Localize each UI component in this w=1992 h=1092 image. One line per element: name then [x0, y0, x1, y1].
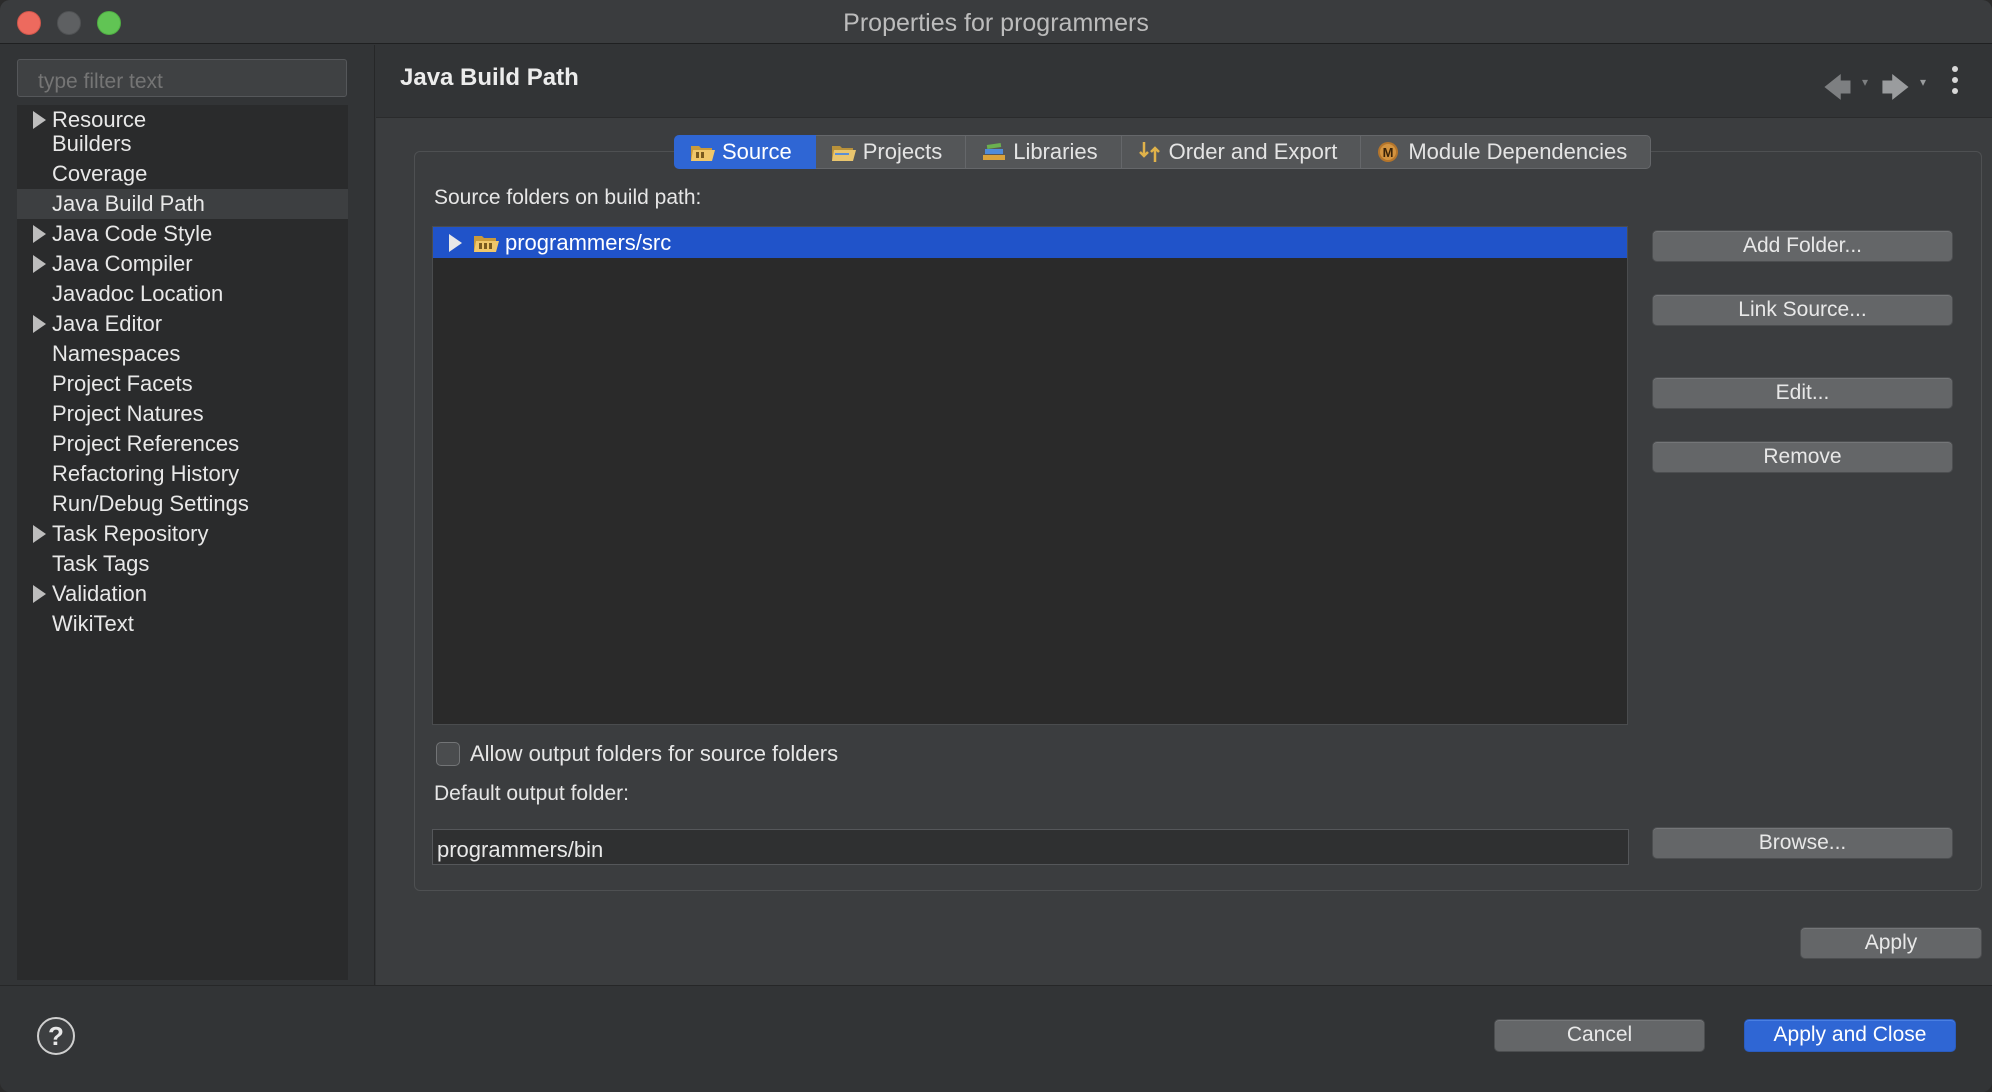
tree-item-wikitext[interactable]: WikiText [17, 609, 348, 639]
order-export-icon [1137, 141, 1163, 163]
tree-item-java-editor[interactable]: Java Editor [17, 309, 348, 339]
tree-item-label: Java Code Style [52, 221, 213, 246]
tree-item-label: Namespaces [52, 341, 181, 366]
expand-arrow-icon[interactable] [33, 255, 46, 273]
tab-projects[interactable]: Projects [815, 135, 967, 169]
source-folder-path: programmers/src [505, 230, 672, 255]
cancel-button[interactable]: Cancel [1494, 1019, 1705, 1052]
tree-item-java-build-path[interactable]: Java Build Path [17, 189, 348, 219]
tree-item-namespaces[interactable]: Namespaces [17, 339, 348, 369]
allow-output-folders-label[interactable]: Allow output folders for source folders [470, 741, 838, 767]
tree-item-label: Coverage [52, 161, 148, 186]
tab-module-dependencies[interactable]: M Module Dependencies [1361, 135, 1652, 169]
tree-item-label: Java Compiler [52, 251, 193, 276]
tree-item-label: Task Tags [52, 551, 150, 576]
tree-item-label: Java Build Path [52, 191, 205, 216]
tree-item-project-natures[interactable]: Project Natures [17, 399, 348, 429]
tree-item-project-facets[interactable]: Project Facets [17, 369, 348, 399]
tree-item-label: Builders [52, 131, 132, 156]
tab-source[interactable]: Source [674, 135, 816, 169]
tab-label: Projects [862, 139, 943, 164]
apply-and-close-button[interactable]: Apply and Close [1744, 1019, 1956, 1052]
tree-item-label: Refactoring History [52, 461, 240, 486]
tree-item-label: Java Editor [52, 311, 163, 336]
tab-libraries[interactable]: Libraries [966, 135, 1122, 169]
tree-item-task-repository[interactable]: Task Repository [17, 519, 348, 549]
tree-item-task-tags[interactable]: Task Tags [17, 549, 348, 579]
tree-item-java-code-style[interactable]: Java Code Style [17, 219, 348, 249]
tab-label: Module Dependencies [1408, 139, 1628, 164]
tree-item-run-debug-settings[interactable]: Run/Debug Settings [17, 489, 348, 519]
edit-button[interactable]: Edit... [1652, 377, 1953, 409]
source-folder-icon [473, 232, 500, 254]
filter-input[interactable] [17, 59, 347, 97]
tab-label: Order and Export [1168, 139, 1338, 164]
tree-item-label: Task Repository [52, 521, 209, 546]
source-folder-icon [690, 141, 716, 163]
tree-item-label: WikiText [52, 611, 134, 636]
properties-dialog: Properties for programmers Resource Buil… [0, 0, 1992, 1092]
libraries-icon [981, 141, 1007, 163]
expand-arrow-icon[interactable] [449, 234, 462, 252]
apply-button[interactable]: Apply [1800, 927, 1982, 959]
tree-item-label: Validation [52, 581, 147, 606]
default-output-folder-label: Default output folder: [434, 782, 629, 805]
tree-item-coverage[interactable]: Coverage [17, 159, 348, 189]
more-options-icon[interactable] [1951, 66, 1959, 96]
browse-button[interactable]: Browse... [1652, 827, 1953, 859]
expand-arrow-icon[interactable] [33, 111, 46, 129]
expand-arrow-icon[interactable] [33, 225, 46, 243]
dialog-footer: ? Cancel Apply and Close [0, 985, 1992, 1092]
link-source-button[interactable]: Link Source... [1652, 294, 1953, 326]
projects-folder-icon [831, 141, 857, 163]
forward-history-dropdown-icon[interactable]: ▾ [1920, 75, 1926, 89]
help-icon[interactable]: ? [37, 1017, 75, 1055]
main-panel: Java Build Path 🡄 ▾ 🡆 ▾ Source Projects [376, 45, 1992, 985]
back-history-dropdown-icon[interactable]: ▾ [1862, 75, 1868, 89]
default-output-folder-field[interactable] [432, 829, 1629, 865]
tree-item-javadoc-location[interactable]: Javadoc Location [17, 279, 348, 309]
property-pages-tree: Resource Builders Coverage Java Build Pa… [17, 105, 348, 980]
expand-arrow-icon[interactable] [33, 525, 46, 543]
expand-arrow-icon[interactable] [33, 585, 46, 603]
sidebar: Resource Builders Coverage Java Build Pa… [0, 45, 375, 985]
source-folders-list[interactable]: programmers/src [432, 226, 1628, 725]
remove-button[interactable]: Remove [1652, 441, 1953, 473]
forward-arrow-icon[interactable]: 🡆 [1881, 67, 1910, 115]
tree-item-label: Project Facets [52, 371, 193, 396]
tree-item-validation[interactable]: Validation [17, 579, 348, 609]
build-path-tabs: Source Projects Libraries Order and Expo… [674, 135, 1652, 169]
add-folder-button[interactable]: Add Folder... [1652, 230, 1953, 262]
tree-item-label: Run/Debug Settings [52, 491, 249, 516]
tree-item-refactoring-history[interactable]: Refactoring History [17, 459, 348, 489]
module-icon: M [1376, 141, 1402, 163]
tree-item-builders[interactable]: Builders [17, 129, 348, 159]
tree-item-project-references[interactable]: Project References [17, 429, 348, 459]
window-title: Properties for programmers [843, 9, 1149, 37]
tab-label: Source [722, 139, 792, 164]
tree-item-label: Project References [52, 431, 240, 456]
title-bar: Properties for programmers [0, 0, 1992, 44]
back-arrow-icon[interactable]: 🡄 [1823, 67, 1852, 115]
page-header: Java Build Path 🡄 ▾ 🡆 ▾ [376, 45, 1992, 118]
tab-label: Libraries [1013, 139, 1098, 164]
tree-item-java-compiler[interactable]: Java Compiler [17, 249, 348, 279]
source-folders-label: Source folders on build path: [434, 186, 702, 209]
svg-text:M: M [1383, 145, 1394, 160]
tab-order-and-export[interactable]: Order and Export [1121, 135, 1362, 169]
expand-arrow-icon[interactable] [33, 315, 46, 333]
page-title: Java Build Path [400, 64, 579, 91]
allow-output-folders-checkbox[interactable] [436, 742, 460, 766]
tree-item-label: Project Natures [52, 401, 204, 426]
tree-item-label: Javadoc Location [52, 281, 224, 306]
source-folder-row[interactable]: programmers/src [433, 227, 1627, 258]
